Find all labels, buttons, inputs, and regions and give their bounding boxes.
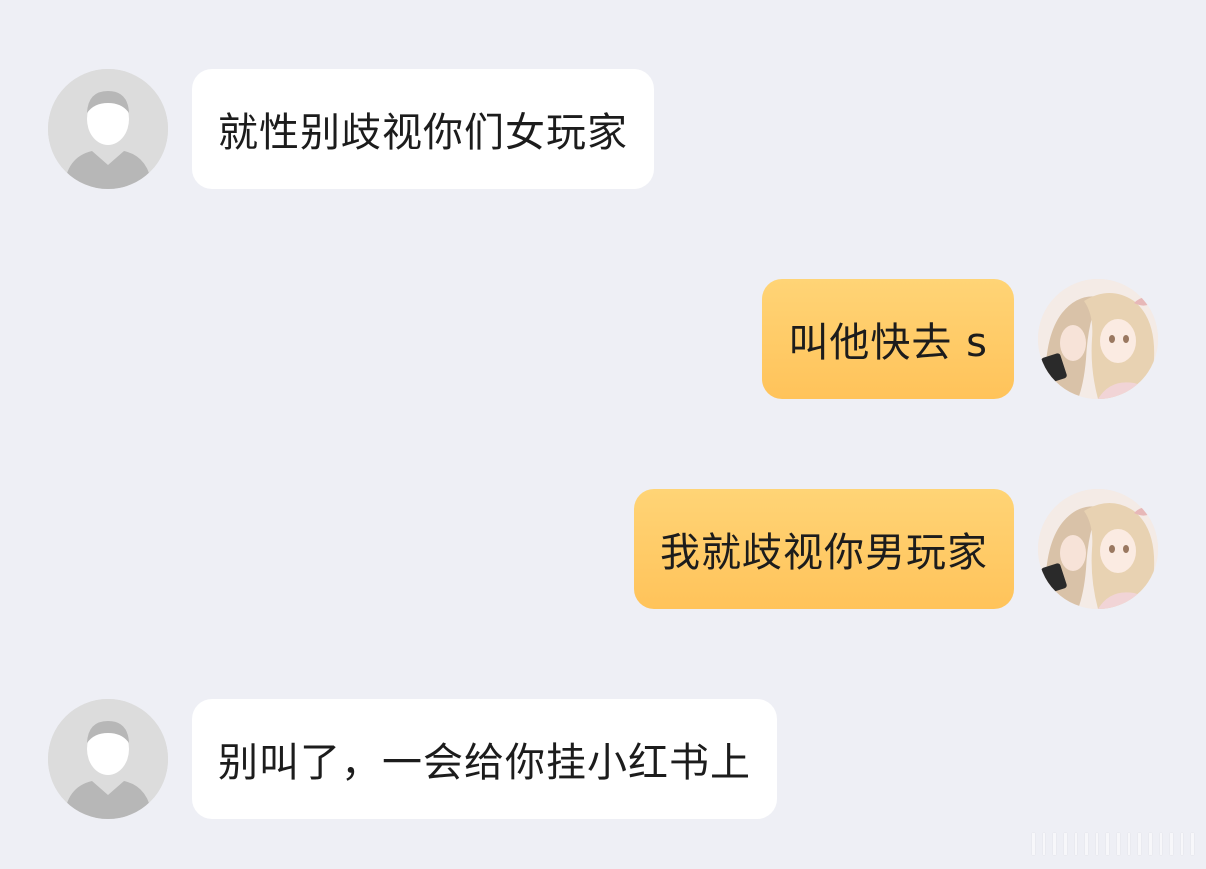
message-bubble[interactable]: 别叫了，一会给你挂小红书上 — [192, 699, 777, 819]
message-bubble[interactable]: 就性别歧视你们女玩家 — [192, 69, 654, 189]
message-row-incoming: 别叫了，一会给你挂小红书上 — [0, 699, 1206, 819]
anime-girls-avatar-icon — [1038, 489, 1158, 609]
message-row-incoming: 就性别歧视你们女玩家 — [0, 69, 1206, 189]
message-row-outgoing: 叫他快去 s — [0, 279, 1206, 399]
default-user-avatar-icon — [48, 69, 168, 189]
message-bubble[interactable]: 我就歧视你男玩家 — [634, 489, 1014, 609]
default-user-avatar-icon — [48, 699, 168, 819]
watermark-mark — [1024, 831, 1194, 857]
message-row-outgoing: 我就歧视你男玩家 — [0, 489, 1206, 609]
anime-girls-avatar-icon — [1038, 279, 1158, 399]
user-avatar[interactable] — [1038, 489, 1158, 609]
contact-avatar[interactable] — [48, 699, 168, 819]
user-avatar[interactable] — [1038, 279, 1158, 399]
contact-avatar[interactable] — [48, 69, 168, 189]
message-bubble[interactable]: 叫他快去 s — [762, 279, 1014, 399]
